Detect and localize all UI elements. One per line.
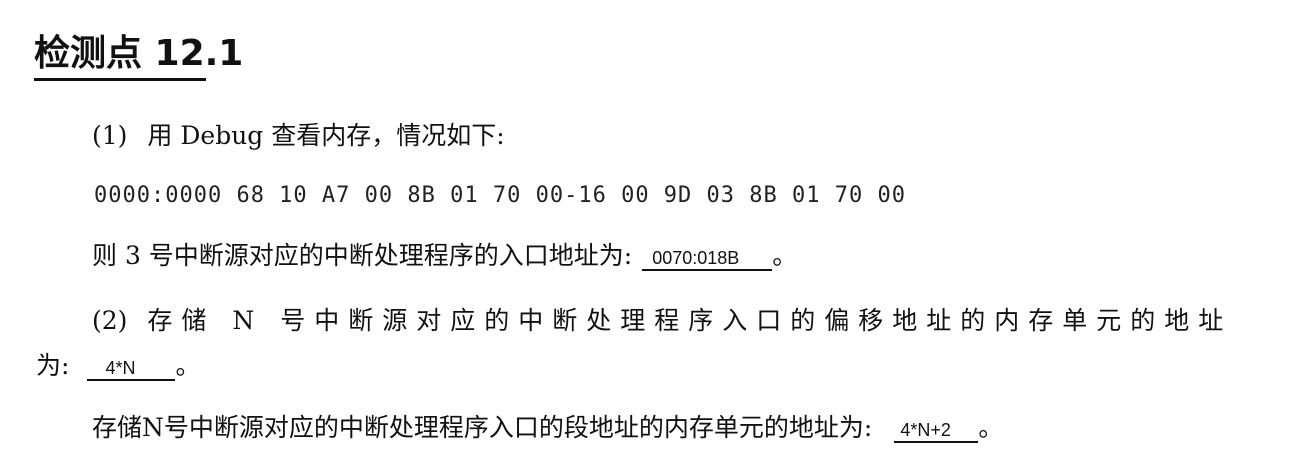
memory-dump: 0000:0000 68 10 A7 00 8B 01 70 00-16 00 … [94,183,906,208]
q1-answer-blank: 0070:018B [642,247,773,271]
q2-line1: (2) 存储 N 号中断源对应的中断处理程序入口的偏移地址的内存单元的地址 [92,303,1232,339]
q2-answer1-suffix: 。 [175,351,201,380]
q2-answer2-suffix: 。 [978,413,1004,442]
q2-answer1-blank: 4*N [87,357,176,381]
q1-intro-line: (1) 用 Debug 查看内存，情况如下: [92,118,505,154]
q1-answer-line: 则 3 号中断源对应的中断处理程序的入口地址为: 0070:018B。 [92,238,797,274]
page-title: 检测点 12.1 [34,33,244,74]
q2-text-line1: 存储 N 号中断源对应的中断处理程序入口的偏移地址的内存单元的地址 [147,306,1233,335]
q1-answer-suffix: 。 [772,241,798,270]
q2-text-line2-prefix: 为: [36,351,70,380]
q1-number: (1) [92,121,128,150]
q2-line2: 为: 4*N。 [36,348,200,384]
title-underline [34,78,206,81]
q2-text-line3: 存储N号中断源对应的中断处理程序入口的段地址的内存单元的地址为: [92,413,873,442]
q2-answer2-blank: 4*N+2 [894,419,979,443]
q1-answer-prefix: 则 3 号中断源对应的中断处理程序的入口地址为: [92,241,633,270]
q2-line3: 存储N号中断源对应的中断处理程序入口的段地址的内存单元的地址为: 4*N+2。 [92,410,1003,446]
q2-number: (2) [92,306,128,335]
q1-intro: 用 Debug 查看内存，情况如下: [147,121,505,150]
